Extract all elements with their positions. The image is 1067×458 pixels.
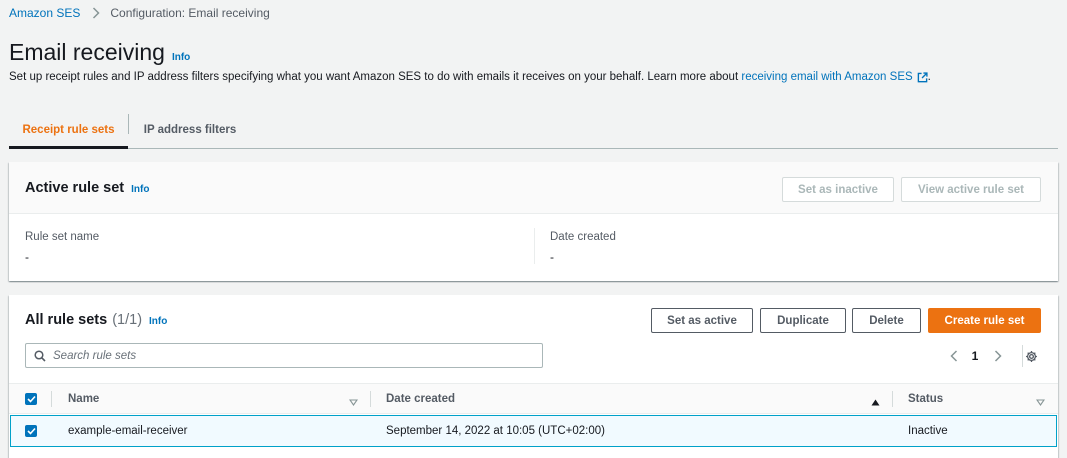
tab-divider (128, 114, 129, 134)
row-checkbox[interactable] (25, 425, 37, 437)
view-active-rule-set-button[interactable]: View active rule set (901, 177, 1041, 202)
rule-set-name-label: Rule set name (25, 231, 100, 243)
page-info-link[interactable]: Info (172, 52, 190, 63)
set-as-active-button[interactable]: Set as active (651, 308, 753, 333)
sort-caret-down-icon[interactable] (1035, 395, 1046, 409)
kv-divider (534, 228, 535, 264)
tab-receipt-rule-sets[interactable]: Receipt rule sets (9, 112, 128, 149)
previous-page-icon[interactable] (948, 348, 960, 364)
description-text: Set up receipt rules and IP address filt… (9, 71, 739, 83)
date-created-label: Date created (550, 231, 616, 243)
sort-caret-up-icon[interactable] (871, 395, 880, 409)
column-divider (51, 391, 52, 407)
gear-icon[interactable] (1023, 348, 1039, 364)
rule-set-name-value: - (25, 250, 29, 264)
current-page-number[interactable]: 1 (969, 348, 981, 364)
learn-more-link[interactable]: receiving email with Amazon SES (741, 71, 912, 83)
column-header-date-created[interactable]: Date created (386, 384, 455, 413)
set-inactive-button[interactable]: Set as inactive (782, 177, 894, 202)
table-row[interactable]: example-email-receiver September 14, 202… (10, 415, 1057, 447)
breadcrumb-amazon-ses[interactable]: Amazon SES (9, 6, 80, 20)
external-link-icon (917, 71, 928, 83)
next-page-icon[interactable] (992, 348, 1004, 364)
rule-sets-count: (1/1) (112, 312, 143, 328)
all-rule-sets-title-group: All rule sets (1/1) Info (25, 312, 167, 328)
select-all-checkbox[interactable] (25, 393, 37, 405)
create-rule-set-button[interactable]: Create rule set (928, 308, 1041, 333)
page-title: Email receiving (9, 39, 165, 65)
column-header-name[interactable]: Name (68, 384, 99, 413)
rule-set-name-link[interactable]: example-email-receiver (68, 416, 188, 446)
all-rule-sets-panel: All rule sets (1/1) Info Set as active D… (9, 295, 1058, 458)
active-rule-set-panel: Active rule set Info Set as inactive Vie… (9, 162, 1058, 281)
table-header: Name Date created Status (9, 383, 1058, 414)
rule-set-date-created: September 14, 2022 at 10:05 (UTC+02:00) (386, 425, 605, 437)
search-box[interactable] (25, 343, 543, 368)
column-divider (370, 391, 371, 407)
sort-caret-down-icon[interactable] (348, 395, 359, 409)
delete-button[interactable]: Delete (852, 308, 921, 333)
search-input[interactable] (53, 349, 513, 362)
active-rule-set-info-link[interactable]: Info (131, 184, 149, 195)
chevron-right-icon (92, 7, 100, 19)
date-created-value: - (550, 250, 554, 264)
active-rule-set-header: Active rule set Info Set as inactive Vie… (9, 162, 1058, 214)
active-rule-set-title-group: Active rule set Info (25, 180, 149, 196)
page-description: Set up receipt rules and IP address filt… (9, 71, 931, 83)
search-icon (34, 349, 46, 362)
description-end: . (927, 71, 931, 83)
rule-set-status: Inactive (908, 425, 948, 437)
active-rule-set-title: Active rule set (25, 180, 125, 196)
column-divider (892, 391, 893, 407)
tab-ip-address-filters[interactable]: IP address filters (130, 112, 250, 148)
page-header: Email receiving Info (9, 39, 190, 66)
breadcrumb-current: Configuration: Email receiving (110, 6, 270, 20)
breadcrumb: Amazon SES Configuration: Email receivin… (9, 6, 270, 20)
all-rule-sets-info-link[interactable]: Info (149, 316, 167, 327)
all-rule-sets-title: All rule sets (25, 312, 108, 328)
column-header-status[interactable]: Status (908, 384, 943, 413)
tab-bar: Receipt rule sets IP address filters (9, 112, 1058, 149)
duplicate-button[interactable]: Duplicate (760, 308, 846, 333)
